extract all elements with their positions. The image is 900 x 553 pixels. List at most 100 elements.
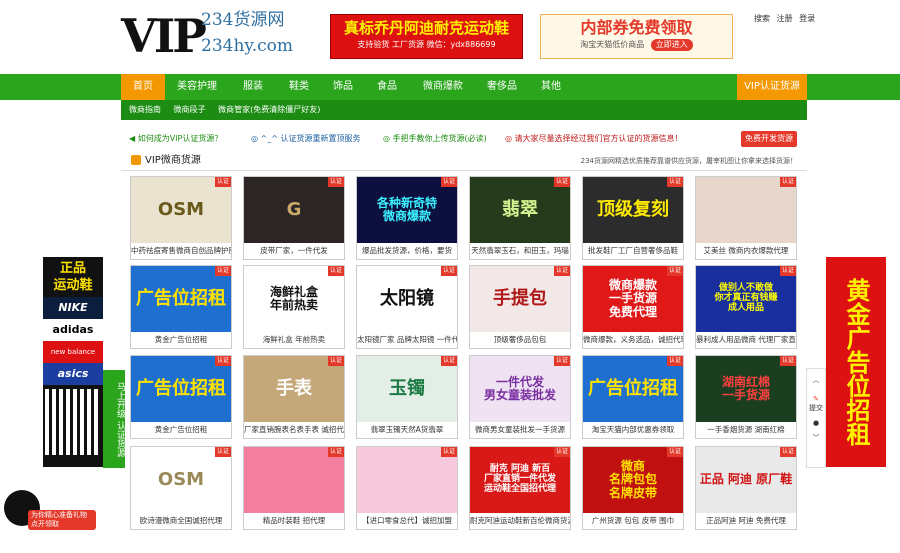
product-card[interactable]: 广告位招租 认证 黄金广告位招租 [130,355,232,439]
product-caption[interactable]: 海鲜礼盒 年前热卖 [244,332,344,348]
qq-float[interactable]: 为你精心准备礼物 点开领取 [4,490,96,530]
product-card[interactable]: 做别人不敢做 你才真正有钱赚 成人用品 认证 暴利成人用品微商 代理厂家直销 [695,265,797,349]
product-card[interactable]: 一件代发 男女童装批发 认证 微商男女童装批发一手货源 [469,355,571,439]
product-caption[interactable]: 广州货源 包包 皮带 围巾 [583,513,683,529]
product-card[interactable]: 太阳镜 认证 太阳镜厂家 品牌太阳镜 一件代发 [356,265,458,349]
product-caption[interactable]: 爆品批发货源，价格，要货 [357,243,457,259]
left-float-tab[interactable]: 马上开级 认证货源 [103,370,125,468]
asics-logo-icon: asics [43,363,103,385]
nav-vip-button[interactable]: VIP认证货源 [737,74,807,100]
product-card[interactable]: 微商爆款 一手货源 免费代理 认证 微商爆款，义务选品，诚招代理 [582,265,684,349]
banner2-sub-text: 淘宝天猫低价商品 [580,40,645,49]
qq-icon[interactable]: ● [807,419,825,427]
product-card[interactable]: OSM认证中药祛痘寄售微商自创品牌护肤生产 [130,176,232,260]
subnav-guide[interactable]: 微商指南 [129,105,161,114]
product-card[interactable]: 认证【进口零食总代】诚招加盟 [356,446,458,530]
subnav-jokes[interactable]: 微商段子 [174,105,206,114]
product-caption[interactable]: 中药祛痘寄售微商自创品牌护肤生产 [131,243,231,259]
product-caption[interactable]: 一手香烟货源 湖南红棉 [696,422,796,438]
product-caption[interactable]: 微商爆款，义务选品，诚招代理 [583,332,683,348]
nav-item-other[interactable]: 其他 [529,74,573,100]
product-caption[interactable]: 皮带厂家，一件代发 [244,243,344,259]
product-caption[interactable]: 顶级奢侈品包包 [470,332,570,348]
product-caption[interactable]: 正品阿迪 阿迪 免费代理 [696,513,796,529]
notice-item[interactable]: ◀ 如何成为VIP认证货源？ [129,130,222,148]
banner-coupon[interactable]: 内部券免费领取 淘宝天猫低价商品 立即进入 [540,14,733,59]
product-caption[interactable]: 艾美丝 微商内衣爆款代理 [696,243,796,259]
nav-item-clothing[interactable]: 服装 [231,74,275,100]
product-caption[interactable]: 黄金广告位招租 [131,422,231,438]
right-sidebar-ad[interactable]: 黄金广告位招租 [826,257,886,467]
product-caption[interactable]: 太阳镜厂家 品牌太阳镜 一件代发 [357,332,457,348]
product-caption[interactable]: 翡翠玉镯天然A货翡翠 [357,422,457,438]
product-card[interactable]: 认证艾美丝 微商内衣爆款代理 [695,176,797,260]
notice-item[interactable]: ◎ ^_^ 认证货源重新置顶服务 [251,130,360,148]
product-card[interactable]: 正品 阿迪 原厂鞋 认证 正品阿迪 阿迪 免费代理 [695,446,797,530]
product-caption[interactable]: 精品时装鞋 招代理 [244,513,344,529]
product-card[interactable]: 翡翠 认证 天然翡翠玉石，和田玉，玛瑙 [469,176,571,260]
verified-badge: 认证 [553,266,570,276]
banner2-sub: 淘宝天猫低价商品 立即进入 [541,39,732,51]
top-links: 搜索 注册 登录 [754,13,819,24]
product-caption[interactable]: 【进口零食总代】诚招加盟 [357,513,457,529]
nav-item-beauty[interactable]: 美容护理 [169,74,225,100]
banner2-enter-button[interactable]: 立即进入 [650,39,693,51]
product-card[interactable]: 各种新奇特 微商爆款 认证 爆品批发货源，价格，要货 [356,176,458,260]
nav-item-home[interactable]: 首页 [121,74,165,100]
product-caption[interactable]: 淘宝天猫内部优惠券领取 [583,422,683,438]
chevron-down-icon[interactable]: ﹀ [807,433,825,443]
banner1-sub: 支持验货 工厂货源 微信：ydx886699 [357,40,496,49]
register-link[interactable]: 注册 [777,14,793,23]
nav-item-food[interactable]: 食品 [365,74,409,100]
product-card[interactable]: 认证 精品时装鞋 招代理 [243,446,345,530]
free-publish-button[interactable]: 免费开发货源 [741,131,797,147]
nav-item-accessories[interactable]: 饰品 [321,74,365,100]
product-card[interactable]: 玉镯 认证 翡翠玉镯天然A货翡翠 [356,355,458,439]
subnav-manager[interactable]: 微商管家(免费清除僵尸好友) [218,105,320,114]
verified-badge: 认证 [440,447,457,457]
nav-item-shoes[interactable]: 鞋类 [277,74,321,100]
product-caption[interactable]: 批发鞋厂工厂自营奢侈品鞋 [583,243,683,259]
submit-label[interactable]: 提交 [807,403,825,413]
adidas-logo-icon: adidas [43,319,103,341]
product-card[interactable]: 顶级复刻 认证 批发鞋厂工厂自营奢侈品鞋 [582,176,684,260]
verified-badge: 认证 [779,266,796,276]
verified-badge: 认证 [440,356,457,366]
submit-icon[interactable]: ✎ [807,395,825,403]
product-caption[interactable]: 欧诗漫微商全国诚招代理 [131,513,231,529]
chevron-up-icon[interactable]: ︿ [807,375,825,385]
section-header: VIP微商货源 234货源网精选优质推荐靠谱供应货源，屠宰机图让你拿来选择货源！ [121,152,807,171]
product-card[interactable]: 手表 认证 厂家直销腕表名表手表 诚招代理 [243,355,345,439]
product-card[interactable]: 广告位招租 认证 淘宝天猫内部优惠券领取 [582,355,684,439]
product-card[interactable]: G 认证 皮带厂家，一件代发 [243,176,345,260]
verified-badge: 认证 [553,177,570,187]
product-card[interactable]: OSM 认证 欧诗漫微商全国诚招代理 [130,446,232,530]
product-card[interactable]: 湖南红棉 一手货源 认证 一手香烟货源 湖南红棉 [695,355,797,439]
left-sidebar-ad[interactable]: 正品 运动鞋 NIKE adidas new balance asics [43,257,103,467]
product-card[interactable]: 微商 名牌包包 名牌皮带 认证 广州货源 包包 皮带 围巾 [582,446,684,530]
site-logo[interactable]: VIP 234货源网 234hy.com [121,8,301,64]
product-caption[interactable]: 黄金广告位招租 [131,332,231,348]
logo-vip-text: VIP [121,9,207,63]
product-caption[interactable]: 天然翡翠玉石，和田玉，玛瑙 [470,243,570,259]
product-caption[interactable]: 微商男女童装批发一手货源 [470,422,570,438]
notice-item[interactable]: ◎ 手把手教你上传货源(必读) [383,130,487,148]
nav-item-luxury[interactable]: 奢侈品 [477,74,527,100]
product-caption[interactable]: 耐克阿迪运动鞋新百伦微商货源 [470,513,570,529]
product-card[interactable]: 手提包 认证 顶级奢侈品包包 [469,265,571,349]
product-caption[interactable]: 厂家直销腕表名表手表 诚招代理 [244,422,344,438]
login-link[interactable]: 登录 [799,14,815,23]
verified-badge: 认证 [779,177,796,187]
product-card[interactable]: 耐克 阿迪 新百 厂家直销一件代发 运动鞋全国招代理 认证 耐克阿迪运动鞋新百伦微商… [469,446,571,530]
product-caption[interactable]: 暴利成人用品微商 代理厂家直销 [696,332,796,348]
search-link[interactable]: 搜索 [754,14,770,23]
verified-badge: 认证 [779,356,796,366]
banner-sports-shoes[interactable]: 真标乔丹阿迪耐克运动鞋 支持验货 工厂货源 微信：ydx886699 [330,14,523,59]
newbalance-logo-icon: new balance [43,341,103,363]
product-card[interactable]: 海鲜礼盒 年前热卖 认证 海鲜礼盒 年前热卖 [243,265,345,349]
notice-item[interactable]: ◎ 请大家尽量选择经过我们官方认证的货源信息！ [505,130,683,148]
nav-item-hot[interactable]: 微商爆款 [415,74,471,100]
banner1-title: 真标乔丹阿迪耐克运动鞋 [343,19,509,37]
product-card[interactable]: 广告位招租 认证 黄金广告位招租 [130,265,232,349]
verified-badge: 认证 [553,356,570,366]
